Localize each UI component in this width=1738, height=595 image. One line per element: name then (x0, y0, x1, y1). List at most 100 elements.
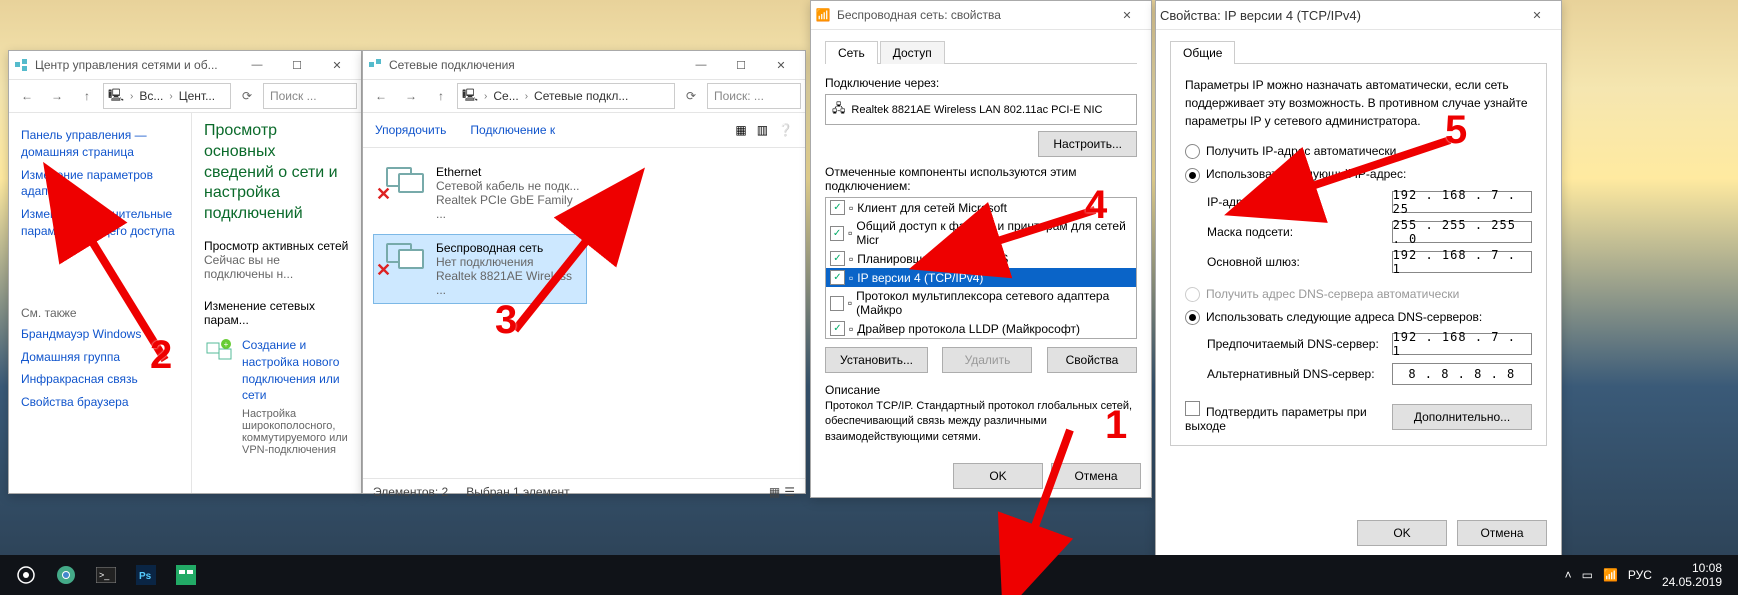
taskbar-chrome[interactable] (46, 555, 86, 595)
help-button[interactable]: ❔ (778, 123, 793, 137)
view-icons-button[interactable]: ▦ (735, 123, 746, 137)
tab-access[interactable]: Доступ (880, 41, 945, 64)
view-details-button[interactable]: ▥ (757, 123, 768, 137)
tray-up-icon[interactable]: ˄ (1565, 568, 1572, 582)
svg-text:+: + (224, 340, 229, 349)
tray-date[interactable]: 24.05.2019 (1662, 575, 1722, 589)
connection-ethernet[interactable]: ✕ Ethernet Сетевой кабель не подк... Rea… (373, 158, 587, 228)
tray-battery-icon[interactable]: ▭ (1582, 568, 1593, 582)
search-input[interactable]: Поиск ... (263, 83, 357, 109)
window-ipv4-properties: Свойства: IP версии 4 (TCP/IPv4) ✕ Общие… (1155, 0, 1562, 557)
toolbar-organize[interactable]: Упорядочить (375, 123, 446, 137)
component-row[interactable]: ✓▫IP версии 6 (TCP/IPv6) (826, 338, 1136, 339)
radio-auto-ip[interactable]: Получить IP-адрес автоматически (1185, 144, 1532, 159)
active-networks-label: Просмотр активных сетей (204, 239, 349, 253)
dns1-input[interactable]: 192 . 168 . 7 . 1 (1392, 333, 1532, 355)
checkbox-icon[interactable]: ✓ (830, 200, 845, 215)
annotation-3: 3 (495, 300, 517, 340)
tray-time[interactable]: 10:08 (1662, 561, 1722, 575)
mask-input[interactable]: 255 . 255 . 255 . 0 (1392, 221, 1532, 243)
ip-label: IP-адрес: (1207, 195, 1392, 209)
minimize-button[interactable]: — (237, 52, 277, 78)
maximize-button[interactable]: ☐ (277, 52, 317, 78)
remove-button[interactable]: Удалить (942, 347, 1032, 373)
tab-network[interactable]: Сеть (825, 41, 878, 64)
configure-button[interactable]: Настроить... (1038, 131, 1137, 157)
gateway-input[interactable]: 192 . 168 . 7 . 1 (1392, 251, 1532, 273)
link-cp-home[interactable]: Панель управления — домашняя страница (21, 127, 179, 161)
ok-button[interactable]: OK (953, 463, 1043, 489)
taskbar-cmd[interactable]: >_ (86, 555, 126, 595)
checkbox-icon[interactable]: ✓ (830, 251, 845, 266)
annotation-1: 1 (1105, 405, 1127, 445)
wireless-icon: ✕ (380, 241, 428, 281)
link-sharing-settings[interactable]: Изменить дополнительные параметры общего… (21, 206, 179, 240)
component-row[interactable]: ✓▫Планировщик пакетов QoS (826, 249, 1136, 268)
up-button[interactable]: ↑ (427, 83, 455, 109)
view-large-icon[interactable]: ▦ (769, 485, 780, 499)
back-button[interactable]: ← (13, 83, 41, 109)
wifi-icon: 📶 (815, 7, 831, 23)
nav-bar: ← → ↑ 🖳› Вс...› Цент... ⟳ Поиск ... (9, 80, 361, 113)
radio-manual-ip[interactable]: Использовать следующий IP-адрес: (1185, 167, 1532, 182)
checkbox-icon[interactable]: ✓ (830, 270, 845, 285)
titlebar: Свойства: IP версии 4 (TCP/IPv4) ✕ (1156, 1, 1561, 30)
advanced-button[interactable]: Дополнительно... (1392, 404, 1532, 430)
close-button[interactable]: ✕ (761, 52, 801, 78)
back-button[interactable]: ← (367, 83, 395, 109)
taskbar-photoshop[interactable]: Ps (126, 555, 166, 595)
ok-button[interactable]: OK (1357, 520, 1447, 546)
link-browser-props[interactable]: Свойства браузера (21, 394, 179, 411)
link-adapter-settings[interactable]: Изменение параметров адаптера (21, 167, 179, 201)
toolbar-connect[interactable]: Подключение к (470, 123, 555, 137)
search-input[interactable]: Поиск: ... (707, 83, 801, 109)
minimize-button[interactable]: — (681, 52, 721, 78)
protocol-icon: ▫ (849, 252, 853, 266)
close-button[interactable]: ✕ (1517, 2, 1557, 28)
confirm-checkbox[interactable]: Подтвердить параметры при выходе (1185, 401, 1392, 433)
component-row[interactable]: ✓▫IP версии 4 (TCP/IPv4) (826, 268, 1136, 287)
close-button[interactable]: ✕ (317, 52, 357, 78)
radio-manual-dns[interactable]: Использовать следующие адреса DNS-сервер… (1185, 310, 1532, 325)
start-button[interactable] (6, 555, 46, 595)
protocol-icon: ▫ (849, 201, 853, 215)
checkbox-icon[interactable]: ✓ (830, 226, 844, 241)
forward-button[interactable]: → (43, 83, 71, 109)
ip-input[interactable]: 192 . 168 . 7 . 25 (1392, 191, 1532, 213)
install-button[interactable]: Установить... (825, 347, 928, 373)
tray-language[interactable]: РУС (1628, 568, 1652, 582)
link-new-connection[interactable]: Создание и настройка нового подключения … (242, 337, 349, 404)
close-button[interactable]: ✕ (1107, 2, 1147, 28)
taskbar: >_ Ps ˄ ▭ 📶 РУС 10:08 24.05.2019 (0, 555, 1738, 595)
breadcrumb[interactable]: 🖳› Вс...› Цент... (103, 83, 231, 109)
toolbar: Упорядочить Подключение к ▦ ▥ ❔ (363, 113, 805, 148)
checkbox-icon[interactable]: ✓ (830, 321, 845, 336)
component-row[interactable]: ▫Протокол мультиплексора сетевого адапте… (826, 287, 1136, 319)
connect-via-label: Подключение через: (825, 76, 1137, 90)
view-list-icon[interactable]: ☰ (784, 485, 795, 499)
component-label: IP версии 4 (TCP/IPv4) (857, 271, 983, 285)
tray-wifi-icon[interactable]: 📶 (1603, 568, 1618, 582)
cancel-button[interactable]: Отмена (1457, 520, 1547, 546)
protocol-icon: ▫ (849, 322, 853, 336)
up-button[interactable]: ↑ (73, 83, 101, 109)
tab-general[interactable]: Общие (1170, 41, 1235, 64)
checkbox-icon[interactable] (830, 296, 844, 311)
network-icon (13, 57, 29, 73)
maximize-button[interactable]: ☐ (721, 52, 761, 78)
properties-button[interactable]: Свойства (1047, 347, 1137, 373)
refresh-button[interactable]: ⟳ (677, 83, 705, 109)
status-item-count: Элементов: 2 (373, 485, 448, 499)
main-panel: Просмотр основных сведений о сети и наст… (192, 113, 361, 493)
dns2-input[interactable]: 8 . 8 . 8 . 8 (1392, 363, 1532, 385)
annotation-5: 5 (1445, 110, 1467, 150)
taskbar-app[interactable] (166, 555, 206, 595)
description-text: Протокол TCP/IP. Стандартный протокол гл… (825, 399, 1137, 445)
refresh-button[interactable]: ⟳ (233, 83, 261, 109)
cancel-button[interactable]: Отмена (1051, 463, 1141, 489)
connection-wireless[interactable]: ✕ Беспроводная сеть Нет подключения Real… (373, 234, 587, 304)
forward-button[interactable]: → (397, 83, 425, 109)
see-also-label: См. также (21, 306, 179, 320)
breadcrumb[interactable]: 🖳› Се...› Сетевые подкл... (457, 83, 675, 109)
component-row[interactable]: ✓▫Драйвер протокола LLDP (Майкрософт) (826, 319, 1136, 338)
